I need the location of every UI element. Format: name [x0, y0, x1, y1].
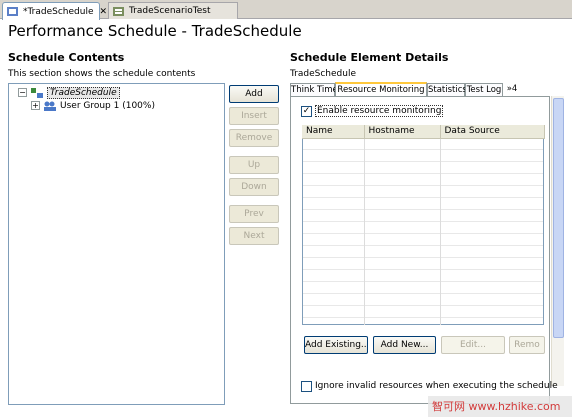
schedule-node-icon [31, 87, 43, 98]
tab-label: *TradeSchedule [23, 6, 94, 17]
element-details-title: Schedule Element Details [290, 51, 449, 64]
column-divider [440, 125, 441, 325]
add-existing-button[interactable]: Add Existing... [304, 336, 368, 354]
user-group-icon [44, 101, 56, 111]
tree-label-root: TradeSchedule [47, 86, 120, 99]
next-button[interactable]: Next [229, 227, 279, 245]
collapse-icon[interactable]: − [18, 88, 27, 97]
tree-label-user-group: User Group 1 (100%) [60, 100, 155, 111]
column-header-name[interactable]: Name [302, 125, 365, 139]
tab-resource-monitoring[interactable]: Resource Monitoring [335, 82, 427, 97]
tree-node-user-group[interactable]: + User Group 1 (100%) [31, 99, 155, 112]
tab-trade-schedule[interactable]: *TradeSchedule ✕ [2, 2, 107, 20]
remove-resource-button[interactable]: Remo [509, 336, 545, 354]
element-name: TradeSchedule [290, 69, 356, 79]
scrollbar-thumb[interactable] [553, 98, 564, 338]
schedule-contents-title: Schedule Contents [8, 51, 125, 64]
add-new-button[interactable]: Add New... [373, 336, 436, 354]
tab-trade-scenario-test[interactable]: TradeScenarioTest [108, 2, 238, 19]
close-icon[interactable]: ✕ [100, 7, 108, 17]
column-header-hostname[interactable]: Hostname [364, 125, 441, 139]
tab-statistics[interactable]: Statistics [427, 83, 467, 96]
tab-test-log[interactable]: Test Log [465, 83, 503, 96]
resource-table-header: Name Hostname Data Source [302, 125, 545, 139]
tab-think-time[interactable]: Think Time [290, 83, 338, 96]
schedule-contents-description: This section shows the schedule contents [8, 69, 196, 79]
watermark: 智可网 www.hzhike.com [428, 396, 572, 417]
edit-button[interactable]: Edit... [441, 336, 505, 354]
down-button[interactable]: Down [229, 178, 279, 196]
expand-icon[interactable]: + [31, 101, 40, 110]
resource-table[interactable] [302, 125, 544, 325]
add-button[interactable]: Add [229, 85, 279, 103]
tab-label: TradeScenarioTest [129, 6, 211, 16]
editor-tab-strip: *TradeSchedule ✕ TradeScenarioTest [0, 0, 572, 20]
schedule-icon [7, 7, 18, 16]
enable-monitoring-label: Enable resource monitoring [315, 105, 444, 117]
vertical-scrollbar[interactable] [551, 96, 564, 386]
prev-button[interactable]: Prev [229, 205, 279, 223]
up-button[interactable]: Up [229, 156, 279, 174]
remove-button[interactable]: Remove [229, 129, 279, 147]
insert-button[interactable]: Insert [229, 107, 279, 125]
test-icon [113, 6, 124, 16]
details-tabs: Think Time Resource Monitoring Statistic… [290, 82, 550, 97]
schedule-tree[interactable]: − TradeSchedule + User Group 1 (100%) [8, 83, 225, 405]
more-tabs-chevron[interactable]: »4 [503, 83, 521, 96]
column-divider [364, 125, 365, 325]
ignore-invalid-checkbox[interactable] [301, 381, 312, 392]
enable-monitoring-label-wrap: Enable resource monitoring [315, 105, 444, 117]
enable-monitoring-checkbox[interactable]: ✓ [301, 106, 312, 117]
page-title: Performance Schedule - TradeSchedule [8, 22, 302, 40]
tree-node-root[interactable]: − TradeSchedule [18, 86, 120, 99]
ignore-invalid-label: Ignore invalid resources when executing … [315, 381, 558, 391]
column-header-data-source[interactable]: Data Source [440, 125, 545, 139]
